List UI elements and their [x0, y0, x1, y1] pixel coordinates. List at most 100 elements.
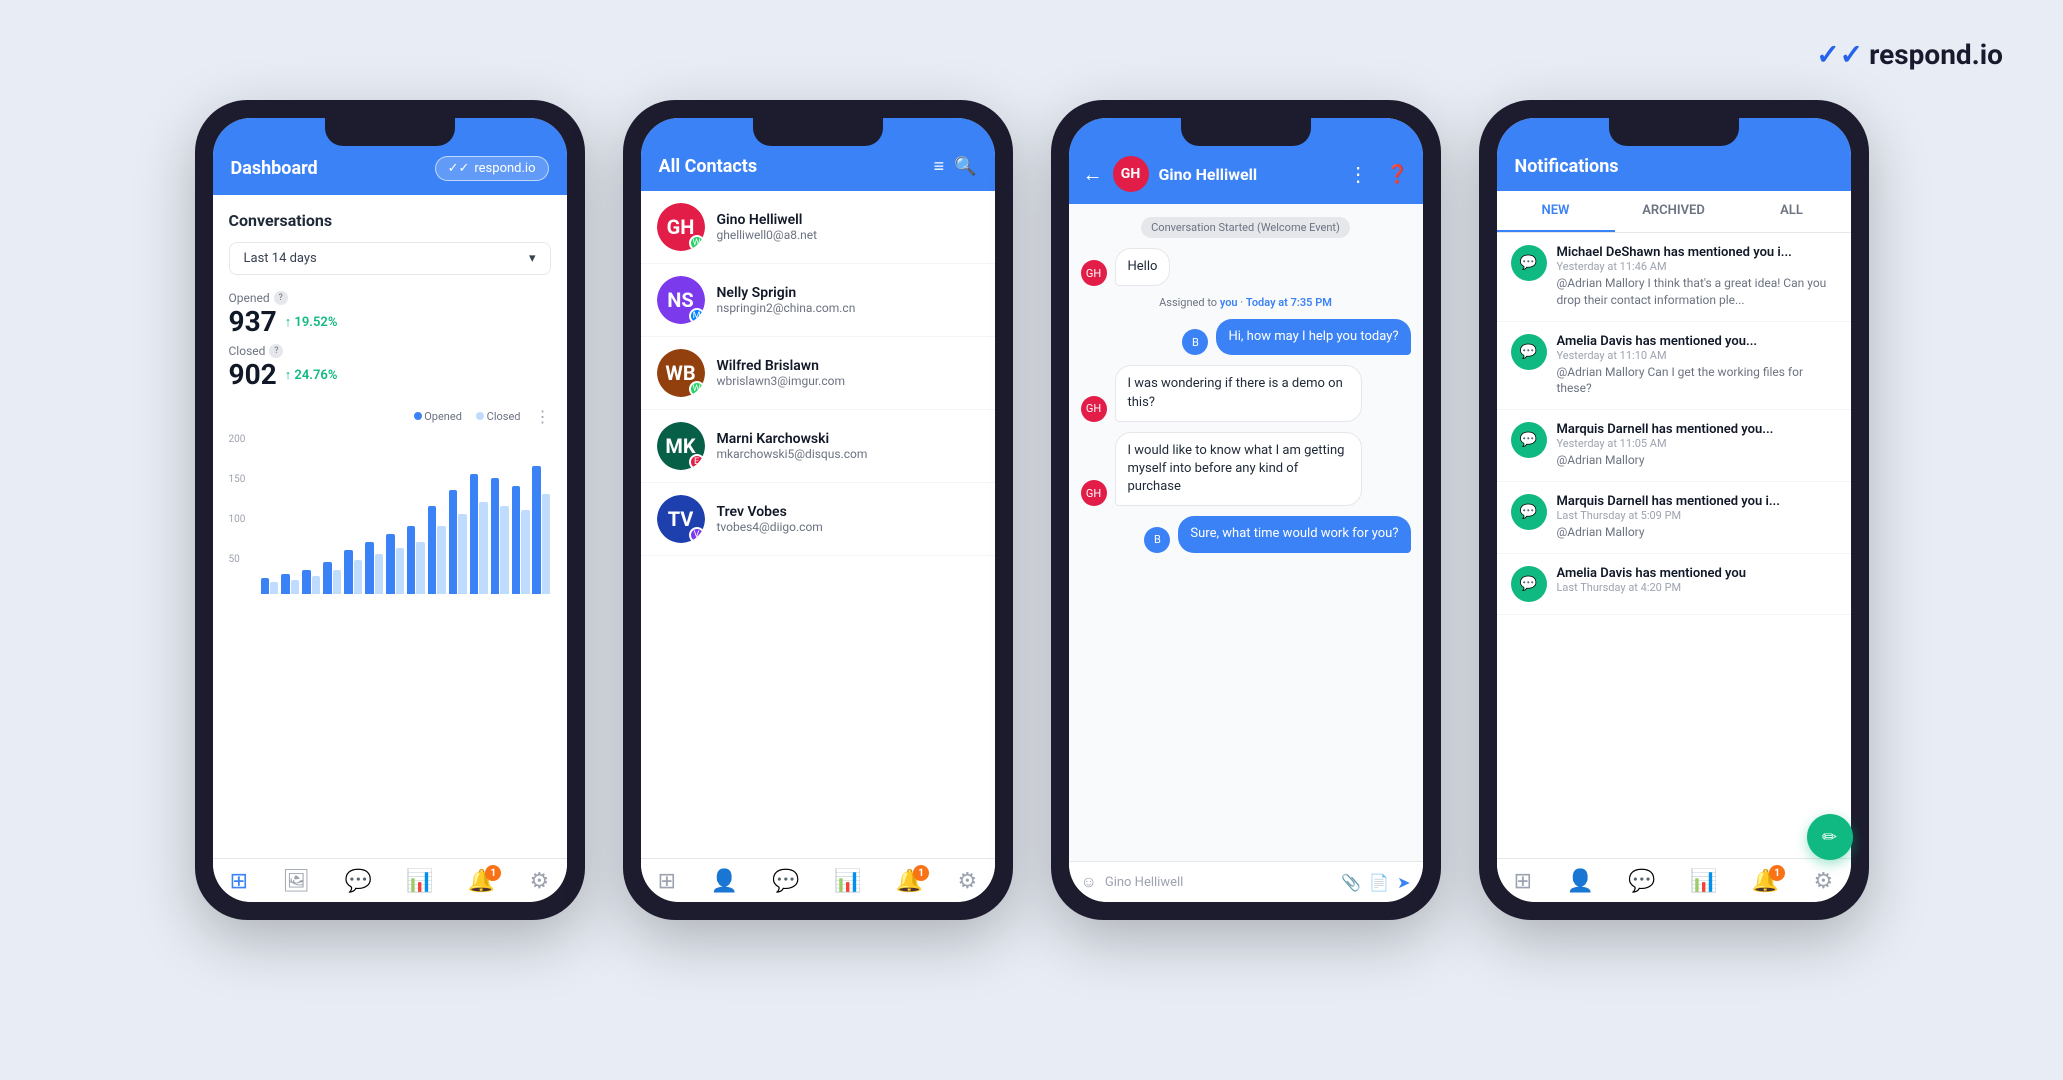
mini-avatar-bot-1: B: [1182, 329, 1208, 355]
nav-n-contacts[interactable]: 👤: [1566, 869, 1593, 894]
bubble-user-2: I would like to know what I am getting m…: [1115, 432, 1363, 507]
nav-n-reports[interactable]: 📊: [1690, 869, 1717, 894]
notch-1: [325, 118, 455, 146]
nav-n-settings[interactable]: ⚙: [1814, 869, 1834, 894]
phone-inner-4: Notifications NEW ARCHIVED ALL 💬 Michael…: [1497, 118, 1851, 902]
bar-group: [344, 550, 362, 594]
msg-user-1: GH I was wondering if there is a demo on…: [1081, 365, 1411, 421]
phone-dashboard: Dashboard ✓✓ respond.io Conversations La…: [195, 100, 585, 920]
notch-4: [1609, 118, 1739, 146]
chat-contact-avatar: GH: [1113, 156, 1149, 192]
chart-y-labels: 200 150 100 50: [229, 434, 246, 594]
nav-c-chat[interactable]: 💬: [772, 869, 799, 894]
dashboard-logo-badge: ✓✓ respond.io: [435, 156, 549, 181]
mini-avatar-2: GH: [1081, 396, 1107, 422]
contact-name-5: Trev Vobes: [717, 504, 979, 520]
closed-value: 902 ↑ 24.76%: [229, 358, 551, 391]
bar-group: [428, 506, 446, 594]
bar-opened: [386, 534, 394, 594]
system-msg-wrapper: Conversation Started (Welcome Event): [1081, 216, 1411, 238]
phone-notifications: Notifications NEW ARCHIVED ALL 💬 Michael…: [1479, 100, 1869, 920]
notif-item-5[interactable]: 💬 Amelia Davis has mentioned you Last Th…: [1497, 554, 1851, 615]
notif-block-3: Marquis Darnell has mentioned you... Yes…: [1557, 422, 1837, 469]
avatar-1: GH W: [657, 203, 705, 251]
nav-contacts[interactable]: 🖼: [282, 869, 310, 894]
contact-name-4: Marni Karchowski: [717, 431, 979, 447]
notif-body-3: @Adrian Mallory: [1557, 452, 1837, 469]
notif-icon-5: 💬: [1511, 566, 1547, 602]
contact-item-5[interactable]: TV V Trev Vobes tvobes4@diigo.com: [641, 483, 995, 556]
fab-button[interactable]: ✏: [1807, 814, 1851, 860]
bar-closed: [396, 548, 404, 594]
phone-inner-1: Dashboard ✓✓ respond.io Conversations La…: [213, 118, 567, 902]
tab-new[interactable]: NEW: [1497, 191, 1615, 232]
nav-c-settings[interactable]: ⚙: [958, 869, 978, 894]
back-icon[interactable]: ←: [1083, 162, 1103, 187]
tab-all[interactable]: ALL: [1733, 191, 1851, 232]
nav-dashboard[interactable]: ⊞: [230, 869, 248, 894]
contact-item-3[interactable]: WB W Wilfred Brislawn wbrislawn3@imgur.c…: [641, 337, 995, 410]
nav-n-chat[interactable]: 💬: [1628, 869, 1655, 894]
emoji-icon[interactable]: ☺: [1081, 872, 1097, 892]
notif-body-1: @Adrian Mallory I think that's a great i…: [1557, 275, 1837, 309]
send-icon[interactable]: ➤: [1397, 873, 1410, 892]
nav-notifications[interactable]: 🔔 1: [468, 869, 495, 894]
notif-body-2: @Adrian Mallory Can I get the working fi…: [1557, 364, 1837, 398]
avatar-badge-2: M: [689, 308, 705, 324]
notification-badge-n: 1: [1769, 865, 1785, 881]
contact-item-1[interactable]: GH W Gino Helliwell ghelliwell0@a8.net: [641, 191, 995, 264]
nav-settings[interactable]: ⚙: [530, 869, 550, 894]
nav-c-dashboard[interactable]: ⊞: [658, 869, 676, 894]
notif-item-4[interactable]: 💬 Marquis Darnell has mentioned you i...…: [1497, 482, 1851, 554]
bar-group: [470, 474, 488, 594]
paperclip-icon[interactable]: 📄: [1369, 873, 1389, 892]
notif-item-1[interactable]: 💬 Michael DeShawn has mentioned you i...…: [1497, 233, 1851, 322]
contacts-nav: ⊞ 👤 💬 📊 🔔 1 ⚙: [641, 858, 995, 902]
contact-email-3: wbrislawn3@imgur.com: [717, 374, 979, 388]
bar-closed: [333, 570, 341, 594]
avatar-badge-5: V: [689, 527, 705, 543]
notif-title: Notifications: [1515, 156, 1619, 177]
help-icon[interactable]: ❓: [1386, 164, 1408, 185]
notif-item-3[interactable]: 💬 Marquis Darnell has mentioned you... Y…: [1497, 410, 1851, 482]
nav-chat[interactable]: 💬: [345, 869, 372, 894]
filter-icon[interactable]: ≡: [934, 156, 945, 177]
notif-nav: ⊞ 👤 💬 📊 🔔 1 ⚙: [1497, 858, 1851, 902]
bar-group: [323, 562, 341, 594]
chat-input[interactable]: Gino Helliwell: [1105, 875, 1333, 890]
date-dropdown[interactable]: Last 14 days ▾: [229, 242, 551, 275]
avatar-badge-1: W: [689, 235, 705, 251]
mini-avatar-bot-2: B: [1144, 527, 1170, 553]
chart-more-icon[interactable]: ⋮: [535, 407, 551, 426]
tab-archived[interactable]: ARCHIVED: [1615, 191, 1733, 232]
msg-hello: GH Hello: [1081, 248, 1411, 286]
bar-closed: [270, 582, 278, 594]
opened-label: Opened ?: [229, 291, 551, 305]
search-icon[interactable]: 🔍: [954, 156, 976, 177]
chat-input-bar: ☺ Gino Helliwell 📎 📄 ➤: [1069, 861, 1423, 902]
avatar-badge-4: E: [689, 454, 705, 470]
notif-item-2[interactable]: 💬 Amelia Davis has mentioned you... Yest…: [1497, 322, 1851, 411]
notif-block-1: Michael DeShawn has mentioned you i... Y…: [1557, 245, 1837, 309]
nav-c-reports[interactable]: 📊: [834, 869, 861, 894]
legend-dot-closed: [476, 412, 484, 420]
contact-item-2[interactable]: NS M Nelly Sprigin nspringin2@china.com.…: [641, 264, 995, 337]
mini-avatar-1: GH: [1081, 260, 1107, 286]
logo-text: respond.io: [1869, 38, 2003, 71]
avatar-4: MK E: [657, 422, 705, 470]
nav-c-contacts[interactable]: 👤: [710, 869, 737, 894]
avatar-5: TV V: [657, 495, 705, 543]
nav-n-dashboard[interactable]: ⊞: [1514, 869, 1532, 894]
attach-icon[interactable]: 📎: [1341, 873, 1361, 892]
nav-c-notifications[interactable]: 🔔 1: [896, 869, 923, 894]
top-logo: ✓✓ respond.io: [1816, 38, 2003, 71]
nav-n-notifications[interactable]: 🔔 1: [1752, 869, 1779, 894]
bar-group: [261, 578, 279, 594]
contact-item-4[interactable]: MK E Marni Karchowski mkarchowski5@disqu…: [641, 410, 995, 483]
more-icon[interactable]: ⋮: [1348, 162, 1368, 186]
assigned-to: you: [1220, 296, 1238, 309]
opened-value: 937 ↑ 19.52%: [229, 305, 551, 338]
nav-reports[interactable]: 📊: [406, 869, 433, 894]
chart-container: Opened Closed ⋮ 200 150 100 50: [229, 407, 551, 594]
notif-block-2: Amelia Davis has mentioned you... Yester…: [1557, 334, 1837, 398]
